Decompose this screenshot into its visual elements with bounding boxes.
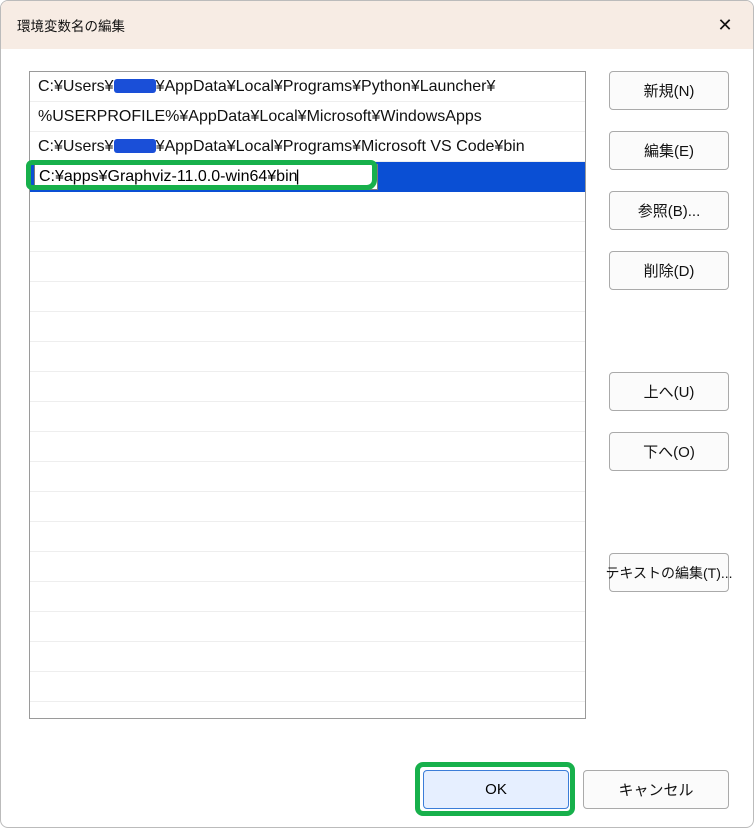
list-item-empty[interactable]: . [30, 492, 585, 522]
main-row: C:¥Users¥ ¥AppData¥Local¥Programs¥Python¥… [29, 71, 729, 752]
list-item[interactable]: C:¥Users¥ ¥AppData¥Local¥Programs¥Microso… [30, 132, 585, 162]
list-item-empty[interactable]: . [30, 582, 585, 612]
text-caret-icon: | [296, 168, 300, 186]
edit-text-button[interactable]: テキストの編集(T)... [609, 553, 729, 592]
path-listbox[interactable]: C:¥Users¥ ¥AppData¥Local¥Programs¥Python¥… [29, 71, 586, 719]
path-list-wrap: C:¥Users¥ ¥AppData¥Local¥Programs¥Python¥… [29, 71, 595, 752]
browse-button[interactable]: 参照(B)... [609, 191, 729, 230]
dialog-footer: OK キャンセル [29, 770, 729, 809]
list-item-empty[interactable]: . [30, 642, 585, 672]
list-item[interactable]: %USERPROFILE%¥AppData¥Local¥Microsoft¥Wi… [30, 102, 585, 132]
list-item-empty[interactable]: . [30, 462, 585, 492]
window-title: 環境変数名の編集 [17, 15, 125, 35]
path-edit-value: C:¥apps¥Graphviz-11.0.0-win64¥bin [39, 168, 298, 186]
path-text-suffix: ¥AppData¥Local¥Programs¥Python¥Launcher¥ [156, 78, 496, 95]
list-item-empty[interactable]: . [30, 192, 585, 222]
move-up-button[interactable]: 上へ(U) [609, 372, 729, 411]
list-item-empty[interactable]: . [30, 222, 585, 252]
new-button[interactable]: 新規(N) [609, 71, 729, 110]
edit-env-var-dialog: 環境変数名の編集 ✕ C:¥Users¥ ¥AppData¥Local¥Progr… [0, 0, 754, 828]
close-button[interactable]: ✕ [705, 9, 745, 41]
delete-button[interactable]: 削除(D) [609, 251, 729, 290]
path-text-prefix: C:¥Users¥ [38, 78, 114, 95]
edit-button[interactable]: 編集(E) [609, 131, 729, 170]
list-item-empty[interactable]: . [30, 432, 585, 462]
titlebar: 環境変数名の編集 ✕ [1, 1, 753, 49]
list-item-empty[interactable]: . [30, 372, 585, 402]
list-item-empty[interactable]: . [30, 672, 585, 702]
list-item-empty[interactable]: . [30, 312, 585, 342]
list-item[interactable]: C:¥Users¥ ¥AppData¥Local¥Programs¥Python¥… [30, 72, 585, 102]
path-text-suffix: ¥AppData¥Local¥Programs¥Microsoft VS Cod… [156, 138, 525, 155]
dialog-body: C:¥Users¥ ¥AppData¥Local¥Programs¥Python¥… [1, 49, 753, 827]
ok-button[interactable]: OK [423, 770, 569, 809]
list-item-empty[interactable]: . [30, 342, 585, 372]
list-item-empty[interactable]: . [30, 252, 585, 282]
close-icon: ✕ [717, 15, 732, 36]
redacted-mark-icon [114, 139, 156, 153]
move-down-button[interactable]: 下へ(O) [609, 432, 729, 471]
path-text-prefix: C:¥Users¥ [38, 138, 114, 155]
redacted-mark-icon [114, 79, 156, 93]
path-edit-input[interactable]: C:¥apps¥Graphviz-11.0.0-win64¥bin| [34, 164, 378, 190]
cancel-button[interactable]: キャンセル [583, 770, 729, 809]
list-item-empty[interactable]: . [30, 552, 585, 582]
list-item-empty[interactable]: . [30, 282, 585, 312]
list-item-empty[interactable]: . [30, 522, 585, 552]
list-item-empty[interactable]: . [30, 612, 585, 642]
side-buttons: 新規(N) 編集(E) 参照(B)... 削除(D) 上へ(U) 下へ(O) テ… [609, 71, 729, 752]
list-item-empty[interactable]: . [30, 402, 585, 432]
